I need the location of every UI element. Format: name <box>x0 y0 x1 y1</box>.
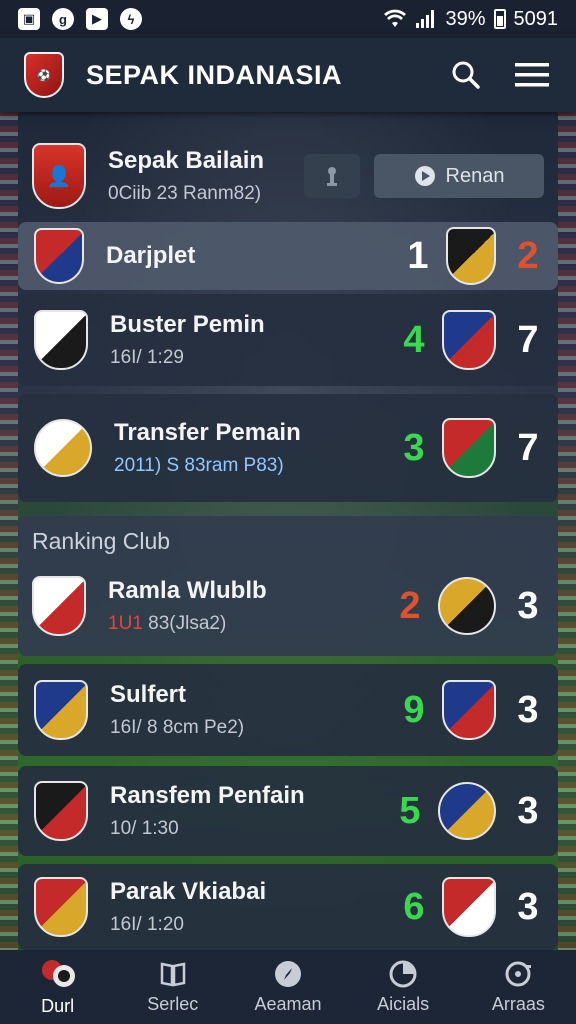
notify-button[interactable] <box>304 154 360 198</box>
ranking-club-meta: 10/ 1:30 <box>110 818 179 839</box>
messenger-icon: ϟ <box>120 8 142 30</box>
match-row[interactable]: Transfer Pemain 2011) S 83ram P83) 3 7 <box>18 394 558 502</box>
home-score: 3 <box>403 426 425 469</box>
hamburger-menu-icon <box>515 63 549 87</box>
match-time: 16I/ 1:29 <box>110 347 184 368</box>
ranking-club-meta-b: 83(Jlsa2) <box>148 613 227 634</box>
ranking-club-meta: 16I/ 1:20 <box>110 914 184 935</box>
home-score: 2 <box>399 584 421 627</box>
nav-label: Arraas <box>491 993 545 1014</box>
ranking-club-name: Parak Vkiabai <box>110 878 267 905</box>
away-club-crest <box>446 227 496 285</box>
app-header: ⚽ SEPAK INDANASIA <box>0 38 576 112</box>
nav-item-arraas[interactable]: Arraas <box>468 960 568 1015</box>
away-score: 3 <box>517 789 539 832</box>
featured-news-card[interactable]: 👤 Sepak Bailain 0Ciib 23 Ranm82) Renan <box>18 130 558 222</box>
menu-button[interactable] <box>512 55 552 95</box>
ranking-club-name: Ransfem Penfain <box>110 782 305 809</box>
app-title: SEPAK INDANASIA <box>86 59 343 90</box>
ranking-club-meta: 1U1 83(Jlsa2) <box>108 613 392 635</box>
match-club-name: Darjplet <box>106 242 196 269</box>
play-circle-icon <box>414 166 435 186</box>
join-button-label: Renan <box>445 164 505 187</box>
team-icon <box>41 959 75 987</box>
join-button[interactable]: Renan <box>374 154 544 198</box>
ranking-section: Ranking Club Ramla Wlublb 1U1 83(Jlsa2) … <box>18 516 558 656</box>
app-logo: ⚽ <box>24 52 64 98</box>
g-icon: g <box>52 8 74 30</box>
ranking-row[interactable]: Parak Vkiabai 16I/ 1:20 6 3 <box>18 864 558 950</box>
home-score: 9 <box>403 688 425 731</box>
wifi-icon <box>384 9 407 27</box>
clock: 5091 <box>513 7 559 30</box>
nav-item-aicials[interactable]: Aicials <box>353 960 453 1015</box>
ranking-row[interactable]: Sulfert 16I/ 8 8cm Pe2) 9 3 <box>18 664 558 756</box>
stadium-stands-left <box>0 110 18 954</box>
home-club-crest <box>34 680 88 740</box>
ranking-row[interactable]: Ransfem Penfain 10/ 1:30 5 3 <box>18 766 558 856</box>
away-score: 3 <box>517 688 539 731</box>
away-club-crest <box>442 680 496 740</box>
away-score: 3 <box>517 584 539 627</box>
match-row[interactable]: Buster Pemin 16I/ 1:29 4 7 <box>18 294 558 386</box>
battery-icon <box>493 9 506 29</box>
match-club-name: Buster Pemin <box>110 311 265 338</box>
ranking-featured-row[interactable]: Ramla Wlublb 1U1 83(Jlsa2) 2 3 <box>18 560 558 652</box>
nav-label: Aeaman <box>254 993 322 1014</box>
battery-percent: 39% <box>445 7 486 30</box>
home-club-crest <box>34 419 92 477</box>
ranking-club-name: Sulfert <box>110 681 187 708</box>
away-club-crest <box>442 418 496 478</box>
away-club-crest <box>442 877 496 937</box>
ranking-club-meta: 16I/ 8 8cm Pe2) <box>110 717 245 738</box>
away-club-crest <box>438 577 496 635</box>
home-club-crest <box>34 228 84 284</box>
home-score: 4 <box>403 318 425 361</box>
away-score: 3 <box>517 885 539 928</box>
away-score: 7 <box>517 426 539 469</box>
match-row[interactable]: Darjplet 1 2 <box>18 222 558 290</box>
match-time: 2011) S 83ram P83) <box>114 455 284 476</box>
book-icon <box>160 961 186 987</box>
nav-label: Durl <box>41 995 75 1016</box>
nav-item-serlec[interactable]: Serlec <box>123 960 223 1015</box>
youtube-icon: ▶ <box>86 8 108 30</box>
compass-icon <box>274 960 301 987</box>
nav-item-aeaman[interactable]: Aeaman <box>238 960 338 1015</box>
away-score: 2 <box>517 234 539 277</box>
home-club-crest <box>32 576 86 636</box>
nav-label: Serlec <box>147 993 199 1014</box>
away-club-crest <box>442 310 496 370</box>
status-bar: ▣ g ▶ ϟ 39% 5091 <box>0 0 576 38</box>
away-club-crest <box>438 782 496 840</box>
featured-subtitle: 0Ciib 23 Ranm82) <box>108 183 262 204</box>
home-score: 1 <box>407 234 429 277</box>
chart-icon <box>389 960 417 987</box>
home-score: 5 <box>399 789 421 832</box>
settings-icon <box>505 961 532 986</box>
bell-icon <box>327 167 337 186</box>
search-button[interactable] <box>446 55 486 95</box>
home-club-crest <box>34 877 88 937</box>
nav-label: Aicials <box>377 993 430 1014</box>
featured-title: Sepak Bailain <box>108 147 265 174</box>
featured-player-badge: 👤 <box>32 143 86 209</box>
away-score: 7 <box>517 318 539 361</box>
nav-item-durl[interactable]: Durl <box>8 958 108 1017</box>
signal-icon <box>416 10 435 28</box>
bottom-navigation: Durl Serlec Aeaman Aicials Arraas <box>0 950 576 1024</box>
home-score: 6 <box>403 885 425 928</box>
match-club-name: Transfer Pemain <box>114 419 301 446</box>
home-club-crest <box>34 310 88 370</box>
gallery-icon: ▣ <box>18 8 40 30</box>
stadium-stands-right <box>558 110 576 954</box>
ranking-club-name: Ramla Wlublb <box>108 577 267 604</box>
home-club-crest <box>34 781 88 841</box>
search-icon <box>452 61 480 89</box>
ranking-club-meta-a: 1U1 <box>108 613 143 634</box>
ranking-section-title: Ranking Club <box>32 528 171 554</box>
